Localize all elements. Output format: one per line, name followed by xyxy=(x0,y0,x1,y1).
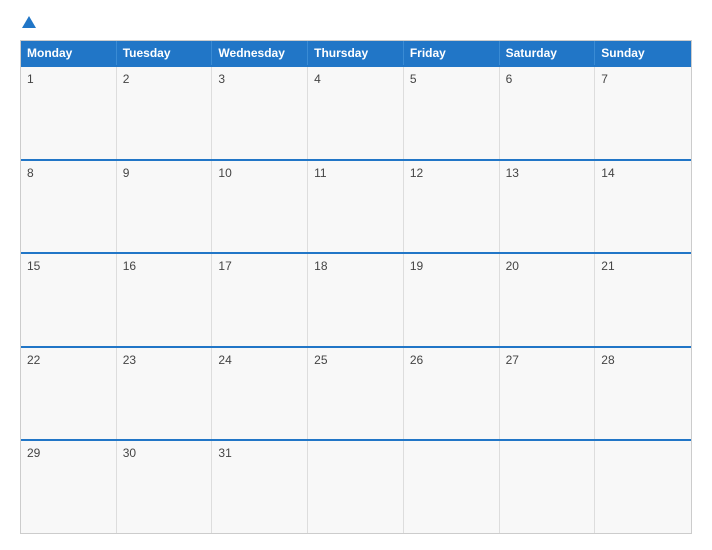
calendar-day-cell: 23 xyxy=(117,348,213,440)
calendar-grid: MondayTuesdayWednesdayThursdayFridaySatu… xyxy=(20,40,692,534)
day-number: 13 xyxy=(506,166,519,180)
calendar-day-cell: 14 xyxy=(595,161,691,253)
calendar-week-row: 1 2 3 4 5 6 7 xyxy=(21,65,691,159)
day-number: 7 xyxy=(601,72,608,86)
calendar-day-cell: 15 xyxy=(21,254,117,346)
day-number: 19 xyxy=(410,259,423,273)
calendar-week-row: 15 16 17 18 19 20 21 xyxy=(21,252,691,346)
calendar-day-cell: 9 xyxy=(117,161,213,253)
calendar-day-header: Friday xyxy=(404,41,500,65)
calendar-day-cell: 5 xyxy=(404,67,500,159)
calendar-day-cell: 27 xyxy=(500,348,596,440)
calendar-day-cell: 18 xyxy=(308,254,404,346)
calendar-body: 1234567891011121314151617181920212223242… xyxy=(21,65,691,533)
calendar-day-cell: 1 xyxy=(21,67,117,159)
calendar-day-header: Sunday xyxy=(595,41,691,65)
calendar-day-cell: 24 xyxy=(212,348,308,440)
calendar-week-row: 29 30 31 xyxy=(21,439,691,533)
calendar-day-cell: 22 xyxy=(21,348,117,440)
calendar-header: MondayTuesdayWednesdayThursdayFridaySatu… xyxy=(21,41,691,65)
calendar-day-cell: 31 xyxy=(212,441,308,533)
day-number: 26 xyxy=(410,353,423,367)
calendar-day-header: Saturday xyxy=(500,41,596,65)
calendar-day-cell: 3 xyxy=(212,67,308,159)
calendar-day-cell: 4 xyxy=(308,67,404,159)
logo xyxy=(20,16,36,32)
calendar-day-cell: 12 xyxy=(404,161,500,253)
day-number: 10 xyxy=(218,166,231,180)
calendar-day-header: Wednesday xyxy=(212,41,308,65)
calendar-day-cell: 25 xyxy=(308,348,404,440)
day-number: 28 xyxy=(601,353,614,367)
calendar-day-cell: 13 xyxy=(500,161,596,253)
day-number: 23 xyxy=(123,353,136,367)
calendar-day-cell: 30 xyxy=(117,441,213,533)
calendar-page: MondayTuesdayWednesdayThursdayFridaySatu… xyxy=(0,0,712,550)
day-number: 5 xyxy=(410,72,417,86)
day-number: 24 xyxy=(218,353,231,367)
calendar-day-cell: 17 xyxy=(212,254,308,346)
day-number: 2 xyxy=(123,72,130,86)
day-number: 8 xyxy=(27,166,34,180)
page-header xyxy=(20,16,692,32)
day-number: 21 xyxy=(601,259,614,273)
calendar-week-row: 22 23 24 25 26 27 28 xyxy=(21,346,691,440)
calendar-day-cell: 19 xyxy=(404,254,500,346)
day-number: 11 xyxy=(314,166,326,180)
calendar-empty-cell xyxy=(404,441,500,533)
calendar-day-cell: 6 xyxy=(500,67,596,159)
day-number: 17 xyxy=(218,259,231,273)
day-number: 14 xyxy=(601,166,614,180)
calendar-day-cell: 10 xyxy=(212,161,308,253)
day-number: 4 xyxy=(314,72,321,86)
day-number: 3 xyxy=(218,72,225,86)
calendar-day-cell: 26 xyxy=(404,348,500,440)
calendar-day-header: Thursday xyxy=(308,41,404,65)
calendar-day-cell: 8 xyxy=(21,161,117,253)
calendar-empty-cell xyxy=(308,441,404,533)
calendar-day-cell: 21 xyxy=(595,254,691,346)
day-number: 22 xyxy=(27,353,40,367)
calendar-day-cell: 2 xyxy=(117,67,213,159)
logo-triangle-icon xyxy=(22,16,36,28)
day-number: 27 xyxy=(506,353,519,367)
calendar-day-cell: 20 xyxy=(500,254,596,346)
calendar-week-row: 8 9 10 11 12 13 14 xyxy=(21,159,691,253)
day-number: 25 xyxy=(314,353,327,367)
day-number: 15 xyxy=(27,259,40,273)
calendar-day-cell: 11 xyxy=(308,161,404,253)
calendar-day-cell: 29 xyxy=(21,441,117,533)
calendar-empty-cell xyxy=(500,441,596,533)
logo-top xyxy=(20,16,36,32)
calendar-day-cell: 16 xyxy=(117,254,213,346)
day-number: 1 xyxy=(27,72,34,86)
day-number: 29 xyxy=(27,446,40,460)
day-number: 9 xyxy=(123,166,130,180)
day-number: 30 xyxy=(123,446,136,460)
day-number: 18 xyxy=(314,259,327,273)
calendar-day-cell: 7 xyxy=(595,67,691,159)
day-number: 31 xyxy=(218,446,231,460)
day-number: 16 xyxy=(123,259,136,273)
day-number: 12 xyxy=(410,166,423,180)
calendar-empty-cell xyxy=(595,441,691,533)
calendar-day-cell: 28 xyxy=(595,348,691,440)
calendar-day-header: Monday xyxy=(21,41,117,65)
calendar-day-header: Tuesday xyxy=(117,41,213,65)
day-number: 20 xyxy=(506,259,519,273)
day-number: 6 xyxy=(506,72,513,86)
